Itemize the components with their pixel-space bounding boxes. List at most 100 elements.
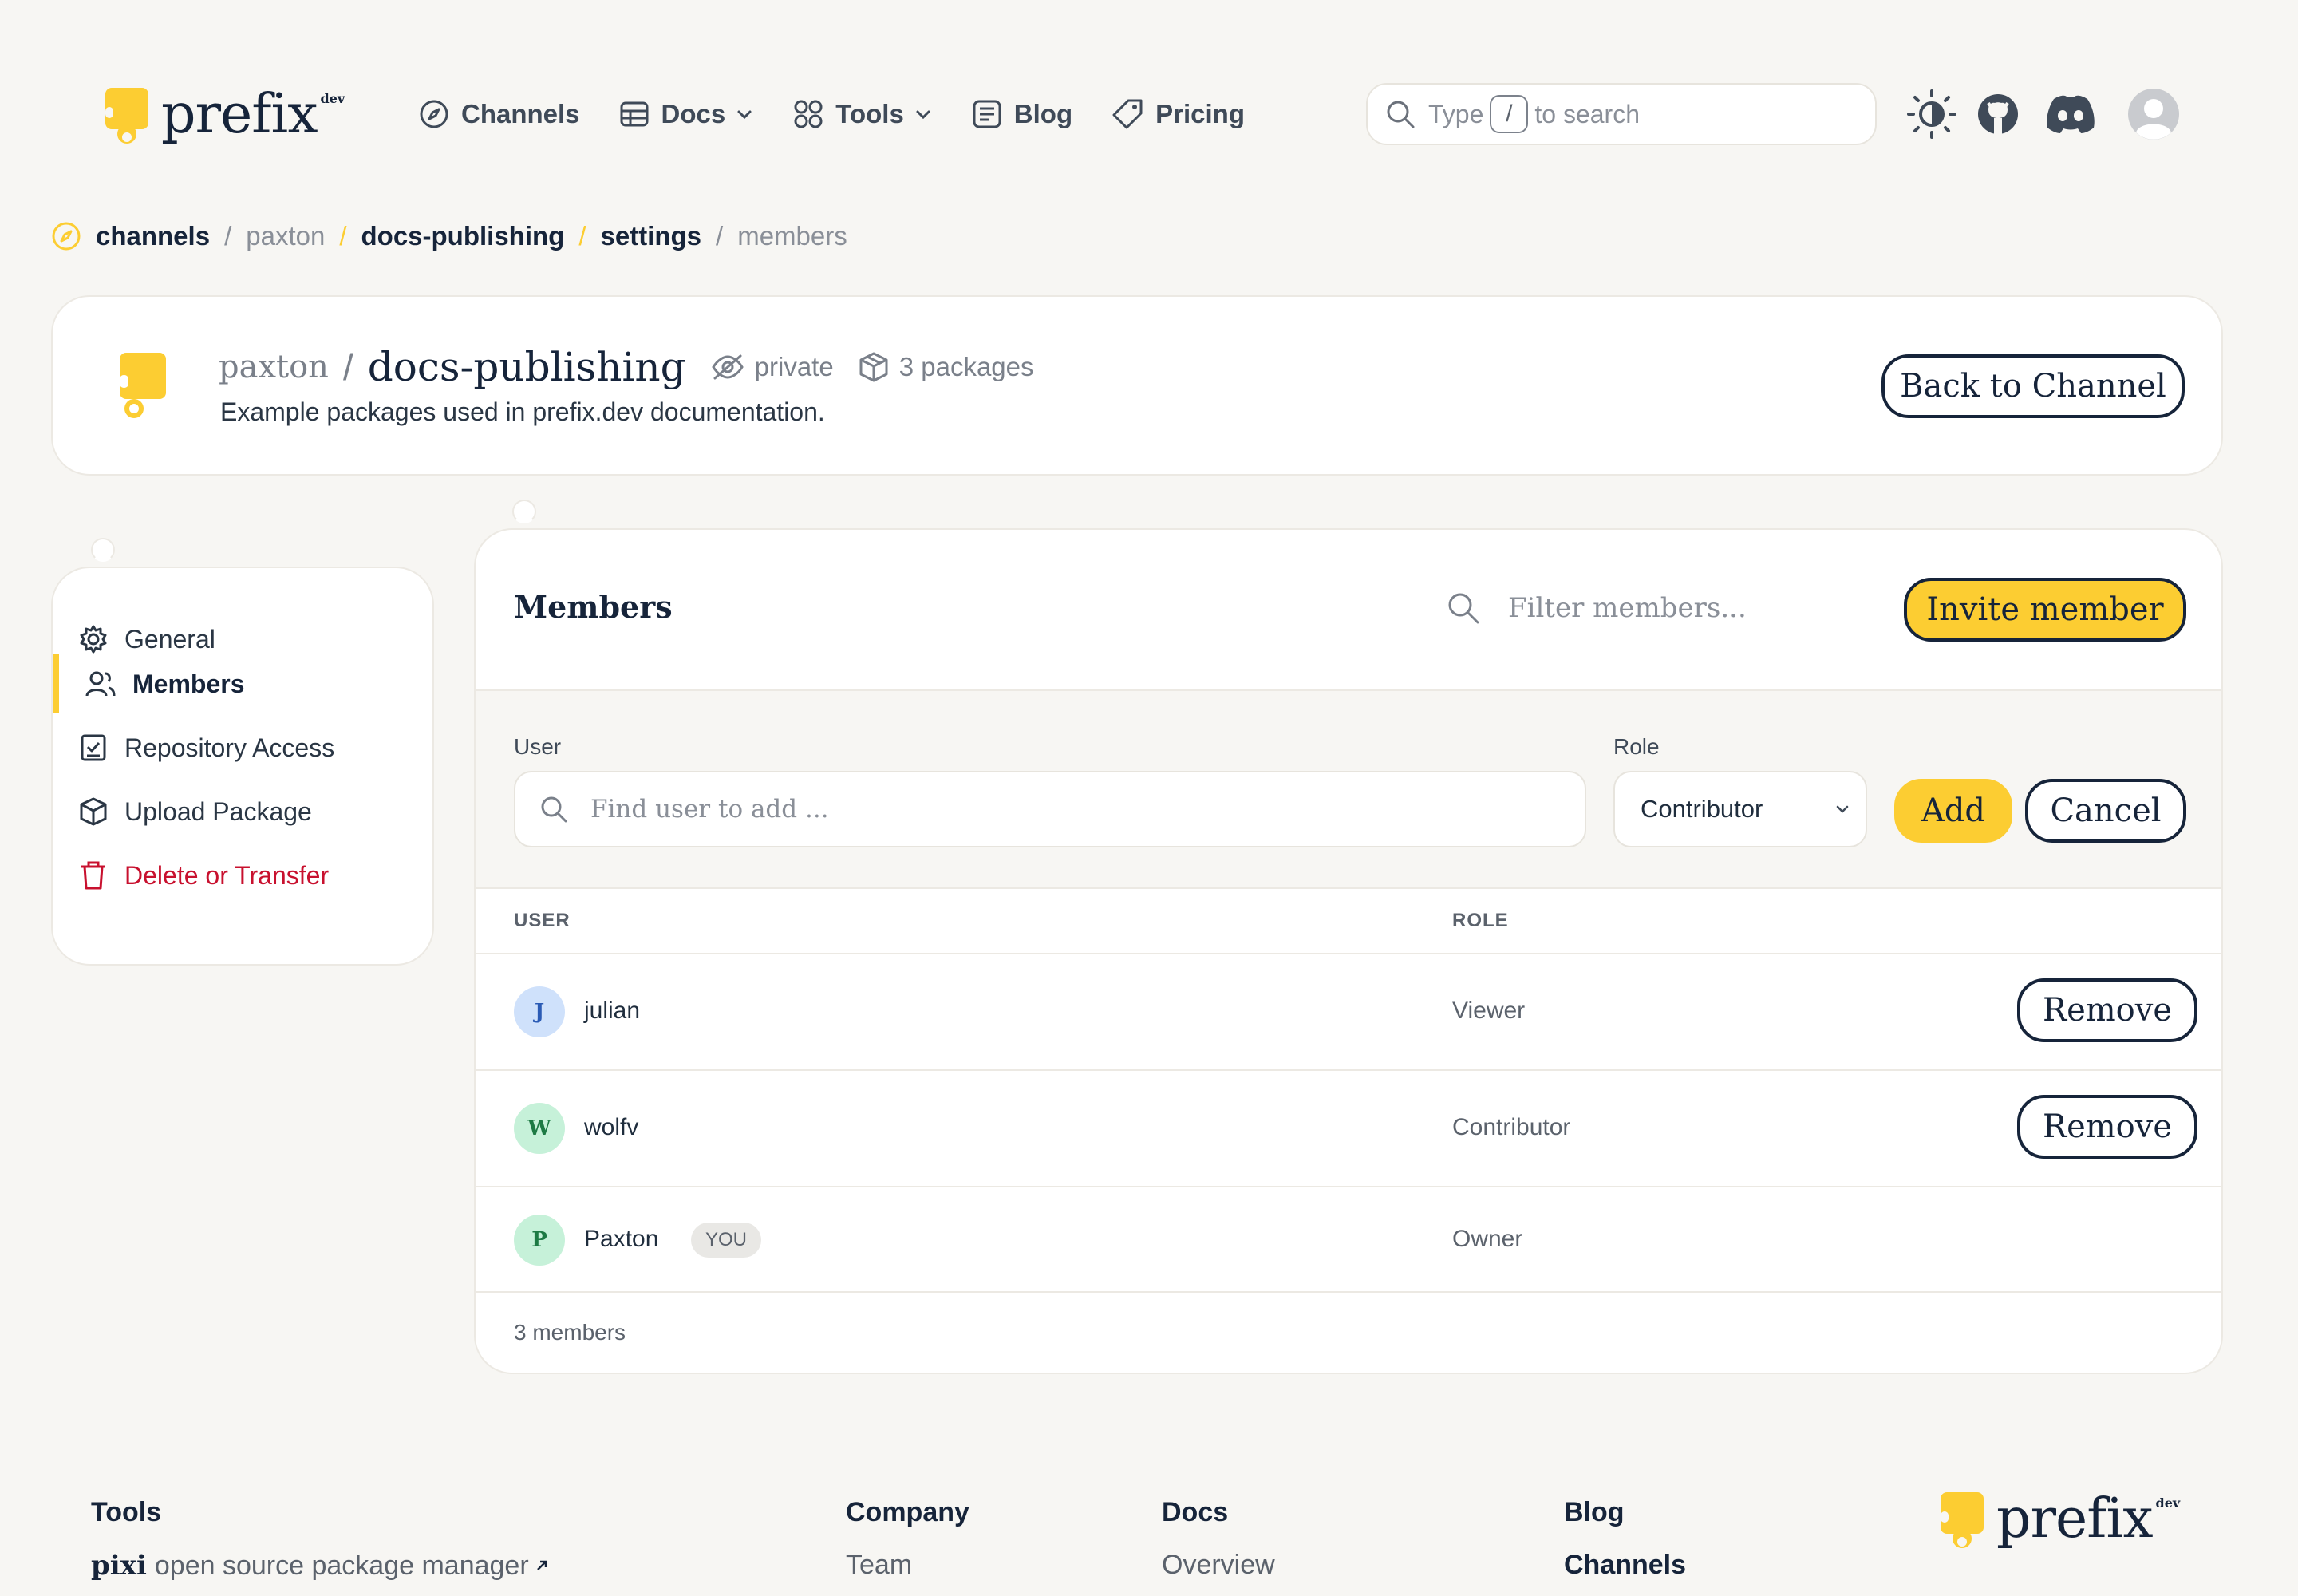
role-select-value: Contributor bbox=[1641, 795, 1763, 823]
column-header-role: ROLE bbox=[1452, 910, 1509, 931]
book-icon bbox=[620, 101, 649, 127]
invite-member-button[interactable]: Invite member bbox=[1904, 578, 2186, 642]
column-header-user: USER bbox=[514, 910, 571, 931]
nav-channels[interactable]: Channels bbox=[418, 98, 580, 130]
grid-icon bbox=[794, 100, 823, 128]
search-icon bbox=[1448, 593, 1479, 624]
channel-header-card: paxton / docs-publishing private 3 packa… bbox=[51, 295, 2223, 476]
channel-visibility: private bbox=[710, 352, 834, 382]
top-navigation: prefix dev Channels Docs Tools Blog Pric… bbox=[0, 0, 2298, 231]
channel-heading: paxton / docs-publishing private 3 packa… bbox=[219, 343, 1034, 391]
avatar: J bbox=[514, 986, 565, 1037]
cancel-add-button[interactable]: Cancel bbox=[2025, 779, 2186, 843]
role-field-label: Role bbox=[1613, 734, 1660, 759]
member-role: Viewer bbox=[1452, 998, 1526, 1024]
nav-pricing[interactable]: Pricing bbox=[1111, 97, 1245, 131]
member-count: 3 members bbox=[514, 1320, 626, 1345]
nav-channels-label: Channels bbox=[461, 99, 580, 128]
search-prefix: Type bbox=[1428, 99, 1484, 128]
footer-link-team[interactable]: Team bbox=[846, 1550, 912, 1581]
breadcrumb-separator: / bbox=[224, 221, 232, 251]
breadcrumb-separator: / bbox=[339, 221, 347, 251]
search-suffix: to search bbox=[1534, 99, 1640, 128]
channel-name: docs-publishing bbox=[367, 344, 686, 390]
back-to-channel-button[interactable]: Back to Channel bbox=[1881, 354, 2185, 418]
footer-heading-blog[interactable]: Blog bbox=[1564, 1497, 1625, 1528]
channel-description: Example packages used in prefix.dev docu… bbox=[220, 397, 825, 426]
breadcrumb-settings[interactable]: settings bbox=[601, 221, 702, 251]
role-select[interactable]: Contributor bbox=[1613, 771, 1867, 847]
channel-visibility-label: private bbox=[754, 352, 834, 381]
gear-icon bbox=[80, 625, 107, 654]
users-icon bbox=[85, 671, 116, 697]
add-member-form: User Find user to add ... Role Contribut… bbox=[476, 689, 2221, 889]
github-icon[interactable] bbox=[1976, 92, 2020, 136]
avatar: W bbox=[514, 1103, 565, 1154]
chevron-down-icon bbox=[916, 110, 930, 120]
member-role: Contributor bbox=[1452, 1114, 1571, 1140]
brand-wordmark: prefix bbox=[161, 83, 318, 146]
sidebar-item-general[interactable]: General bbox=[78, 619, 215, 659]
footer-link-pixi[interactable]: pixi open source package manager bbox=[91, 1550, 550, 1582]
search-icon bbox=[541, 796, 567, 823]
sidebar-item-delete-transfer[interactable]: Delete or Transfer bbox=[78, 855, 329, 895]
you-badge: YOU bbox=[691, 1223, 762, 1258]
sidebar-item-label: Upload Package bbox=[124, 796, 312, 826]
nav-blog-label: Blog bbox=[1013, 99, 1073, 128]
breadcrumb-owner[interactable]: paxton bbox=[246, 221, 325, 251]
channel-logo-icon bbox=[120, 353, 166, 418]
remove-member-button[interactable]: Remove bbox=[2017, 978, 2197, 1042]
members-title: Members bbox=[514, 589, 673, 625]
footer-heading-docs: Docs bbox=[1162, 1497, 1229, 1527]
nav-pricing-label: Pricing bbox=[1155, 99, 1245, 128]
sidebar-item-members[interactable]: Members bbox=[85, 664, 245, 704]
nav-tools[interactable]: Tools bbox=[792, 98, 933, 130]
find-user-input[interactable]: Find user to add ... bbox=[514, 771, 1586, 847]
user-field-label: User bbox=[514, 734, 562, 759]
channel-slash: / bbox=[342, 346, 353, 388]
sidebar-item-label: Repository Access bbox=[124, 733, 335, 762]
nav-docs[interactable]: Docs bbox=[618, 98, 755, 130]
breadcrumb-separator: / bbox=[578, 221, 586, 251]
member-name: julian bbox=[584, 998, 641, 1024]
search-shortcut-key: / bbox=[1490, 95, 1529, 133]
theme-toggle-icon[interactable] bbox=[1905, 88, 1958, 140]
nav-blog[interactable]: Blog bbox=[971, 98, 1072, 130]
user-avatar-icon[interactable] bbox=[2127, 88, 2180, 140]
checklist-icon bbox=[81, 734, 106, 761]
avatar: P bbox=[514, 1215, 565, 1266]
footer-brand-wordmark: prefix bbox=[1996, 1487, 2154, 1551]
chevron-down-icon bbox=[1836, 805, 1849, 813]
discord-icon[interactable] bbox=[2043, 93, 2099, 136]
package-icon bbox=[80, 797, 107, 826]
remove-member-button[interactable]: Remove bbox=[2017, 1095, 2197, 1159]
channel-owner[interactable]: paxton bbox=[219, 349, 329, 385]
footer-heading-company: Company bbox=[846, 1497, 969, 1527]
breadcrumb-channels[interactable]: channels bbox=[96, 221, 210, 251]
channel-packages-label: 3 packages bbox=[898, 352, 1034, 381]
member-name: Paxton bbox=[584, 1226, 659, 1252]
footer-link-channels[interactable]: Channels bbox=[1564, 1550, 1686, 1581]
footer-brand-suffix: dev bbox=[2155, 1495, 2181, 1511]
brand-logo[interactable]: prefix dev bbox=[104, 85, 345, 150]
footer-pixi-desc: open source package manager bbox=[154, 1550, 529, 1581]
puzzle-logo-icon bbox=[1941, 1492, 1984, 1548]
chevron-down-icon bbox=[737, 110, 752, 120]
sidebar-item-upload-package[interactable]: Upload Package bbox=[78, 792, 312, 832]
puzzle-logo-icon bbox=[105, 88, 148, 144]
breadcrumb-channel[interactable]: docs-publishing bbox=[361, 221, 565, 251]
add-member-button[interactable]: Add bbox=[1894, 779, 2012, 843]
filter-members-input[interactable]: Filter members... bbox=[1446, 591, 1747, 626]
footer-link-overview[interactable]: Overview bbox=[1162, 1550, 1275, 1581]
member-role: Owner bbox=[1452, 1226, 1523, 1252]
compass-icon bbox=[420, 100, 448, 128]
footer-brand-logo[interactable]: prefix dev bbox=[1939, 1489, 2180, 1555]
channel-package-count: 3 packages bbox=[858, 351, 1034, 383]
nav-tools-label: Tools bbox=[835, 99, 904, 128]
global-search[interactable]: Type / to search bbox=[1366, 83, 1877, 145]
sidebar-item-repository-access[interactable]: Repository Access bbox=[78, 728, 334, 768]
footer-heading-tools: Tools bbox=[91, 1497, 162, 1527]
search-icon bbox=[1387, 101, 1415, 128]
trash-icon bbox=[81, 861, 105, 890]
card-tab-knob bbox=[512, 500, 536, 523]
